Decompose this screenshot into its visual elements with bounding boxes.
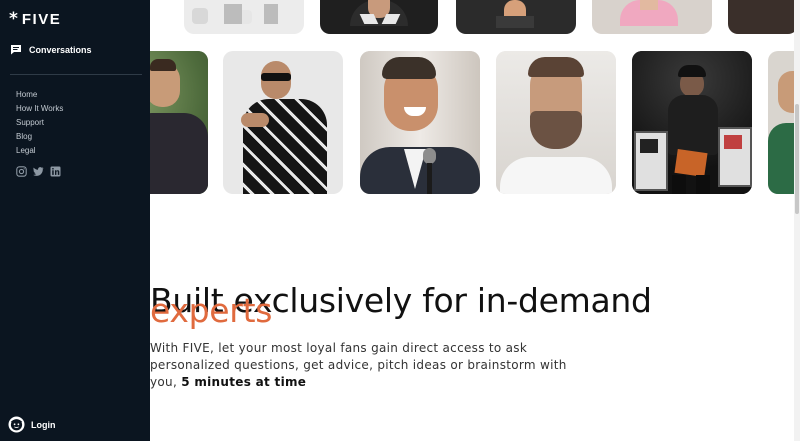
user-avatar-icon: [8, 416, 25, 433]
login-button[interactable]: Login: [8, 416, 56, 433]
expert-card[interactable]: [150, 51, 208, 194]
expert-card[interactable]: [320, 0, 438, 34]
linkedin-icon[interactable]: [50, 166, 61, 177]
asterisk-logo-icon: *: [9, 9, 18, 29]
chat-bubble-icon: [11, 45, 21, 55]
expert-card[interactable]: [592, 0, 712, 34]
twitter-icon[interactable]: [33, 166, 44, 177]
hero-headline-accent: experts: [150, 291, 273, 330]
conversations-label: Conversations: [29, 44, 92, 55]
login-label: Login: [31, 419, 56, 430]
expert-card[interactable]: [632, 51, 752, 194]
expert-card[interactable]: [223, 51, 343, 194]
hero-description: With FIVE, let your most loyal fans gain…: [150, 340, 570, 391]
expert-card[interactable]: [456, 0, 576, 34]
nav-support-link[interactable]: Support: [16, 116, 63, 130]
scrollbar-thumb[interactable]: [795, 104, 799, 214]
nav-legal-link[interactable]: Legal: [16, 144, 63, 158]
nav-how-it-works-link[interactable]: How It Works: [16, 102, 63, 116]
five-logo[interactable]: * FIVE: [9, 9, 62, 29]
social-links: [16, 166, 61, 177]
expert-card[interactable]: [184, 0, 304, 34]
expert-card[interactable]: [496, 51, 616, 194]
sidebar-nav: Home How It Works Support Blog Legal: [16, 88, 63, 158]
sidebar-divider: [10, 74, 142, 75]
instagram-icon[interactable]: [16, 166, 27, 177]
hero-description-emphasis: 5 minutes at time: [181, 375, 307, 389]
logo-wordmark: FIVE: [21, 11, 62, 28]
sidebar: * FIVE Conversations Home How It Works S…: [0, 0, 150, 441]
nav-home-link[interactable]: Home: [16, 88, 63, 102]
expert-card[interactable]: [360, 51, 480, 194]
page-scrollbar[interactable]: [794, 0, 800, 441]
conversations-link[interactable]: Conversations: [10, 44, 92, 55]
expert-card[interactable]: [728, 0, 798, 34]
main-content: Built exclusively for in-demand experts …: [150, 0, 800, 441]
nav-blog-link[interactable]: Blog: [16, 130, 63, 144]
